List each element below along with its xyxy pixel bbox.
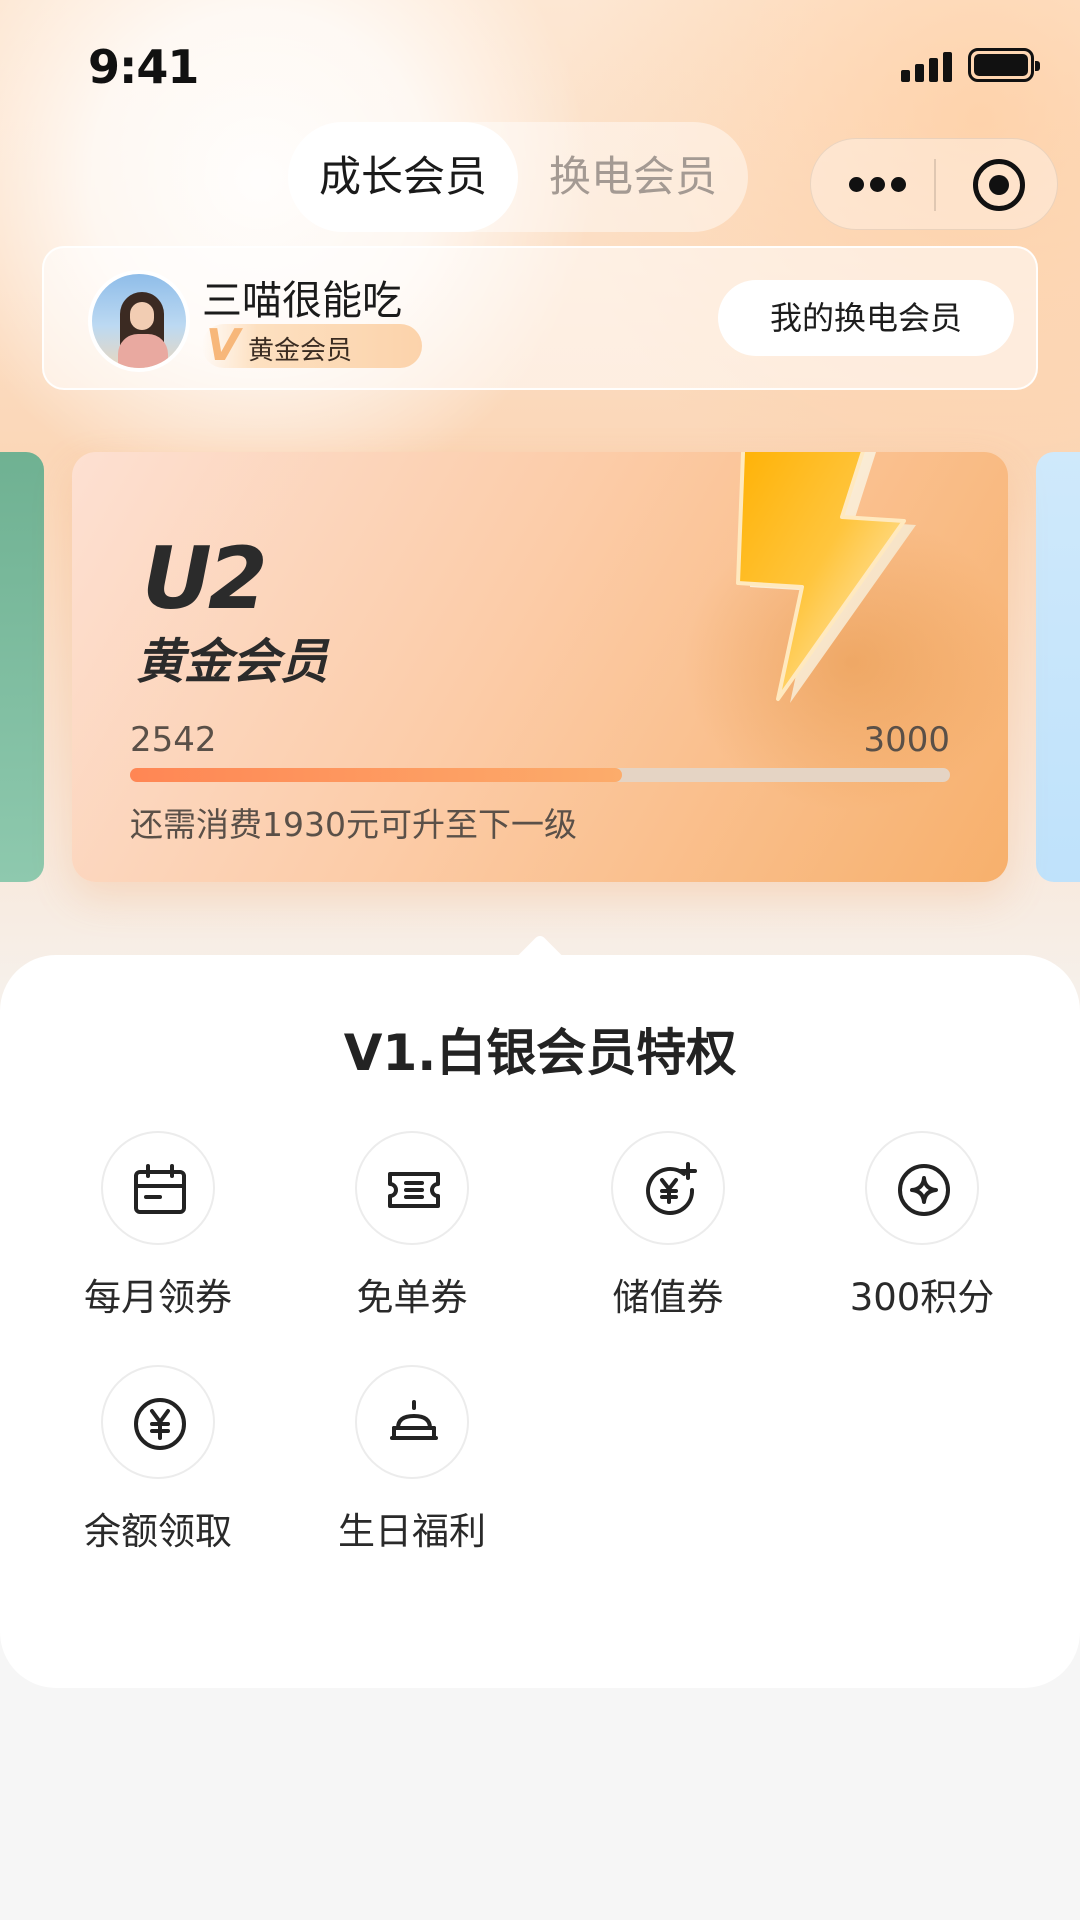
lightning-bolt-icon	[736, 452, 916, 703]
status-time: 9:41	[88, 40, 199, 94]
prev-level-card[interactable]	[0, 452, 44, 882]
status-bar: 9:41	[0, 0, 1080, 130]
calendar-coupon-icon	[101, 1131, 215, 1245]
tab-battery-swap-member[interactable]: 换电会员	[518, 122, 748, 232]
signal-bars-icon	[901, 52, 953, 82]
yuan-add-icon	[611, 1131, 725, 1245]
miniprogram-capsule	[810, 138, 1058, 230]
perk-label: 生日福利	[338, 1510, 486, 1553]
perk-label: 储值券	[612, 1276, 724, 1319]
battery-icon	[968, 48, 1040, 82]
perk-free-coupon[interactable]: 免单券	[312, 1131, 512, 1321]
level-name: 黄金会员	[136, 634, 329, 690]
member-type-tabs: 成长会员 换电会员	[288, 122, 748, 232]
level-progress-bar	[130, 768, 950, 782]
tab-growth-member[interactable]: 成长会员	[288, 122, 518, 232]
target-circle-icon[interactable]	[973, 159, 1025, 211]
level-progress-fill	[130, 768, 622, 782]
perk-monthly-coupon[interactable]: 每月领券	[58, 1131, 258, 1321]
username: 三喵很能吃	[202, 278, 402, 324]
profile-card: 三喵很能吃 V 黄金会员 我的换电会员	[42, 246, 1038, 390]
capsule-divider	[934, 159, 936, 211]
next-level-card[interactable]	[1036, 452, 1080, 882]
privileges-panel: V1.白银会员特权 每月领券 免单券 储值券 300积分 余额领取 生日福利	[0, 933, 1080, 1688]
avatar[interactable]	[88, 270, 190, 372]
privileges-title: V1.白银会员特权	[343, 1024, 737, 1082]
level-badge-label: 黄金会员	[248, 336, 353, 366]
perk-birthday-benefit[interactable]: 生日福利	[312, 1365, 512, 1555]
perk-label: 每月领券	[84, 1276, 232, 1319]
level-code: U2	[142, 529, 268, 629]
v-level-icon: V	[206, 320, 241, 371]
perk-balance-claim[interactable]: 余额领取	[58, 1365, 258, 1555]
my-swap-member-button[interactable]: 我的换电会员	[718, 280, 1014, 356]
target-points: 3000	[863, 720, 950, 760]
more-dots-icon[interactable]	[849, 177, 907, 193]
perk-label: 300积分	[849, 1276, 995, 1319]
perk-points[interactable]: 300积分	[822, 1131, 1022, 1321]
level-badge: V 黄金会员	[202, 320, 422, 371]
yuan-coin-icon	[101, 1365, 215, 1479]
member-level-card[interactable]: U2 黄金会员 2542 3000 还需消费1930元可升至下一级	[72, 452, 1008, 882]
ticket-icon	[355, 1131, 469, 1245]
upgrade-hint: 还需消费1930元可升至下一级	[130, 805, 577, 844]
current-points: 2542	[130, 720, 217, 760]
perk-stored-value-coupon[interactable]: 储值券	[568, 1131, 768, 1321]
perk-label: 余额领取	[84, 1510, 232, 1553]
points-star-icon	[865, 1131, 979, 1245]
birthday-cake-icon	[355, 1365, 469, 1479]
perk-label: 免单券	[356, 1276, 468, 1319]
